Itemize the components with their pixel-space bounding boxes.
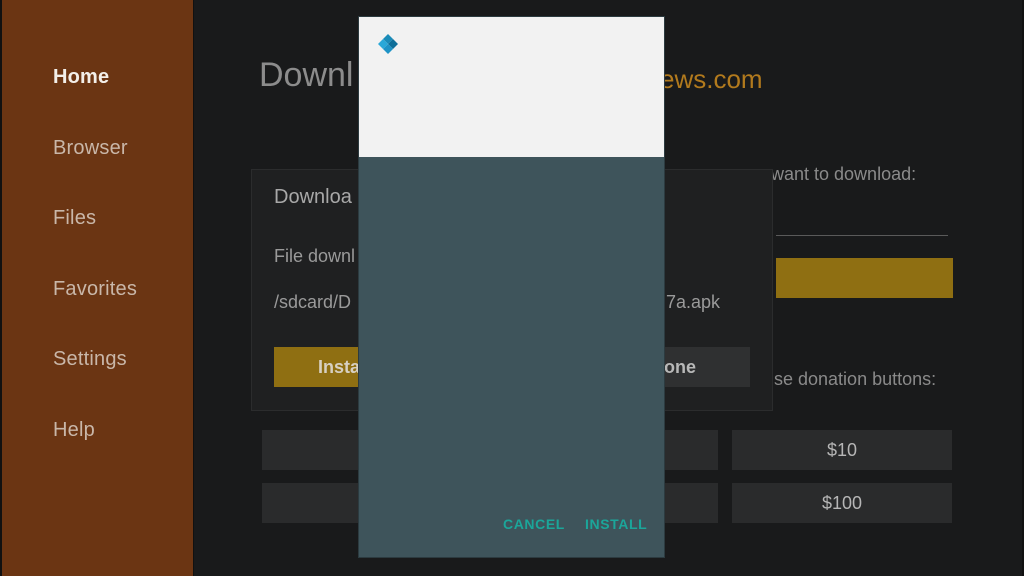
download-path-right: 7a.apk [666,292,721,312]
app-root: Home Browser Files Favorites Settings He… [0,0,1024,576]
download-status: File downl [274,246,356,266]
url-input-underline[interactable] [776,235,948,236]
sidebar-item-help[interactable]: Help [53,419,95,442]
donation-button-100[interactable]: $100 [732,483,952,523]
download-card-title: Downloa [274,186,352,208]
kodi-icon [378,34,398,54]
sidebar-item-home[interactable]: Home [53,66,109,89]
install-dialog-header [359,17,664,157]
sidebar-item-files[interactable]: Files [53,207,96,230]
download-path-left: /sdcard/D [274,292,352,312]
sidebar-item-browser[interactable]: Browser [53,137,128,160]
page-title-partial: Downl [259,56,354,94]
install-button[interactable]: INSTALL [585,516,647,532]
page-title-domain-partial: ews.com [660,64,763,94]
cancel-button[interactable]: CANCEL [503,516,565,532]
edge-left [0,0,2,576]
go-button[interactable] [776,258,953,298]
sidebar-item-settings[interactable]: Settings [53,348,127,371]
sidebar-item-favorites[interactable]: Favorites [53,278,137,301]
donation-prompt: se donation buttons: [774,369,937,389]
donation-button-10[interactable]: $10 [732,430,952,470]
done-button[interactable]: one [664,347,750,387]
sidebar: Home Browser Files Favorites Settings He… [0,0,193,576]
url-prompt: want to download: [771,164,917,184]
install-button-background[interactable]: Insta [274,347,364,387]
